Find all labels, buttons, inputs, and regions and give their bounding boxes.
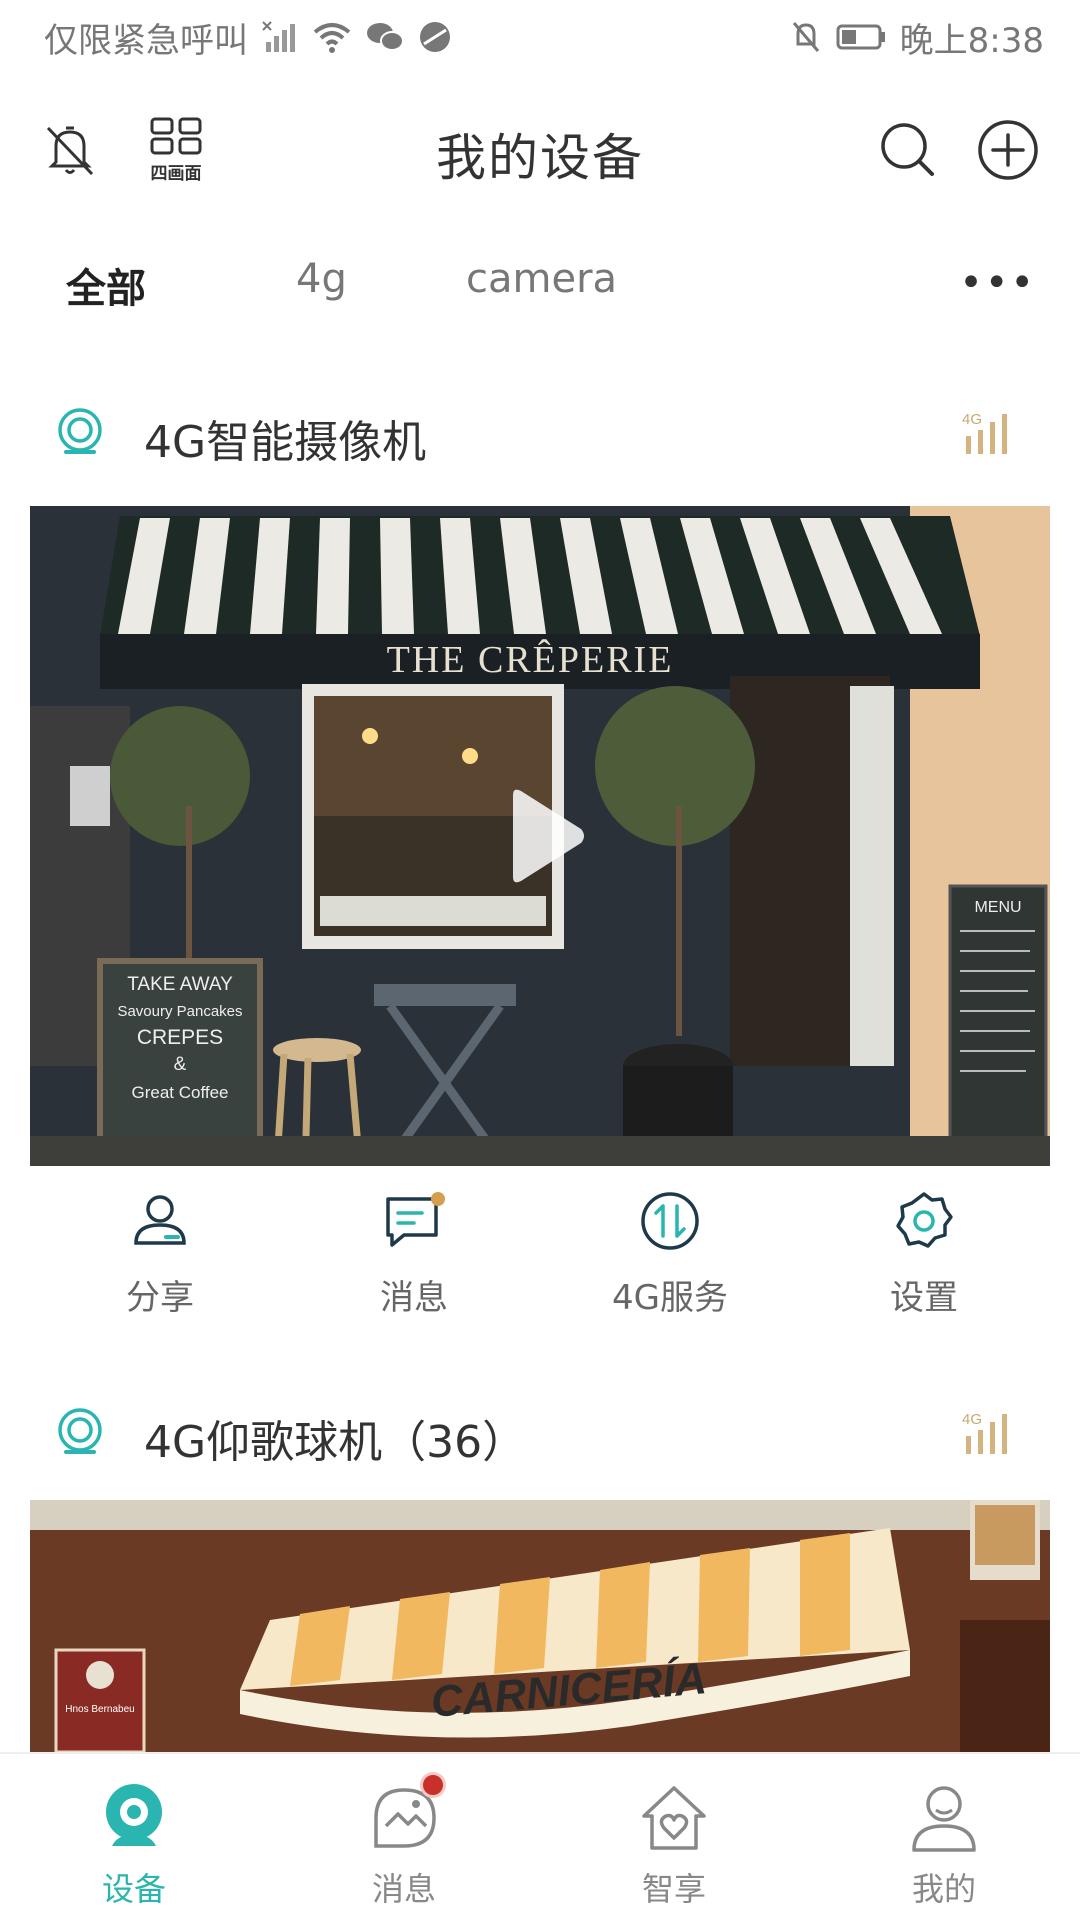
storefront-sign: THE CRÊPERIE: [387, 639, 674, 681]
messages-label: 消息: [380, 1278, 448, 1318]
nav-smart-share-label: 智享: [641, 1870, 706, 1908]
nav-messages[interactable]: 消息: [324, 1772, 484, 1910]
4g-signal-icon: 4G: [962, 411, 1007, 454]
carrier-text: 仅限紧急呼叫: [44, 20, 248, 61]
search-button[interactable]: [868, 110, 948, 190]
device-name: 4G智能摄像机: [144, 417, 427, 468]
tab-4g[interactable]: 4g: [296, 256, 347, 302]
4g-service-label: 4G服务: [612, 1278, 728, 1318]
chalkboard-line-4: &: [174, 1054, 187, 1075]
chalkboard-line-1: TAKE AWAY: [127, 974, 233, 995]
nav-messages-label: 消息: [371, 1870, 436, 1908]
clock: 晚上8:38: [899, 20, 1044, 61]
app-header: 四画面 我的设备: [0, 100, 1080, 200]
mute-bell-icon: [790, 20, 822, 54]
share-label: 分享: [126, 1278, 194, 1318]
4g-signal-icon: 4G: [962, 1411, 1007, 1454]
tab-camera[interactable]: camera: [466, 256, 617, 302]
settings-label: 设置: [890, 1278, 958, 1318]
search-icon: [881, 123, 934, 176]
svg-text:4G: 4G: [962, 411, 982, 428]
tab-all[interactable]: 全部: [66, 256, 146, 314]
device-actions: 分享 消息 4G服务 设置: [0, 1186, 1080, 1326]
settings-button[interactable]: 设置: [824, 1186, 1024, 1319]
bottom-nav: 设备 消息 智享 我的: [0, 1752, 1080, 1920]
profile-icon: [912, 1786, 976, 1852]
play-icon[interactable]: [485, 781, 595, 891]
nav-devices[interactable]: 设备: [54, 1780, 214, 1910]
messages-button[interactable]: 消息: [314, 1186, 514, 1319]
device-card-header[interactable]: 4G智能摄像机 4G: [0, 396, 1080, 476]
plus-circle-icon: [978, 120, 1038, 180]
nav-profile-label: 我的: [911, 1870, 976, 1908]
4g-service-button[interactable]: 4G服务: [570, 1186, 770, 1319]
share-button[interactable]: 分享: [60, 1186, 260, 1319]
notification-badge: [420, 1772, 446, 1798]
home-heart-icon: [642, 1786, 706, 1850]
camera-device-icon: [58, 1408, 102, 1454]
camera-snapshot[interactable]: THE CRÊPERIE TAKE AWAY Savoury Pancakes …: [30, 506, 1050, 1166]
wechat-icon: [366, 20, 404, 54]
more-tabs-button[interactable]: •••: [959, 260, 1036, 306]
battery-icon: [836, 23, 886, 51]
nav-smart-share[interactable]: 智享: [594, 1780, 754, 1910]
menu-board-title: MENU: [974, 899, 1021, 916]
chalkboard-line-2: Savoury Pancakes: [117, 1003, 242, 1020]
shop-plaque: Hnos Bernabeu: [65, 1704, 135, 1715]
share-person-icon: [134, 1195, 186, 1245]
nav-devices-label: 设备: [101, 1870, 166, 1908]
camera-icon: [106, 1784, 162, 1846]
nav-profile[interactable]: 我的: [864, 1780, 1024, 1910]
chalkboard-line-5: Great Coffee: [131, 1083, 228, 1102]
add-device-button[interactable]: [968, 110, 1048, 190]
camera-device-icon: [58, 408, 102, 454]
device-name: 4G仰歌球机（36）: [144, 1417, 527, 1468]
device-card-header[interactable]: 4G仰歌球机（36） 4G: [0, 1396, 1080, 1476]
message-icon: [386, 1192, 445, 1247]
gear-icon: [896, 1192, 953, 1248]
screen: 仅限紧急呼叫 晚上8:38 四画面 我的设备 全部 4g camera ••• …: [0, 0, 1080, 1920]
status-bar: 仅限紧急呼叫 晚上8:38: [0, 0, 1080, 74]
group-tabs: 全部 4g camera •••: [0, 250, 1080, 320]
browser-icon: [418, 20, 452, 54]
4g-service-icon: [641, 1192, 699, 1250]
camera-snapshot[interactable]: CARNICERÍA Hnos Bernabeu: [30, 1500, 1050, 1752]
no-signal-icon: [262, 20, 298, 54]
chalkboard-line-3: CREPES: [137, 1026, 223, 1049]
svg-text:4G: 4G: [962, 1411, 982, 1428]
wifi-icon: [312, 20, 352, 54]
carniceria-storefront-image: CARNICERÍA Hnos Bernabeu: [30, 1500, 1050, 1752]
